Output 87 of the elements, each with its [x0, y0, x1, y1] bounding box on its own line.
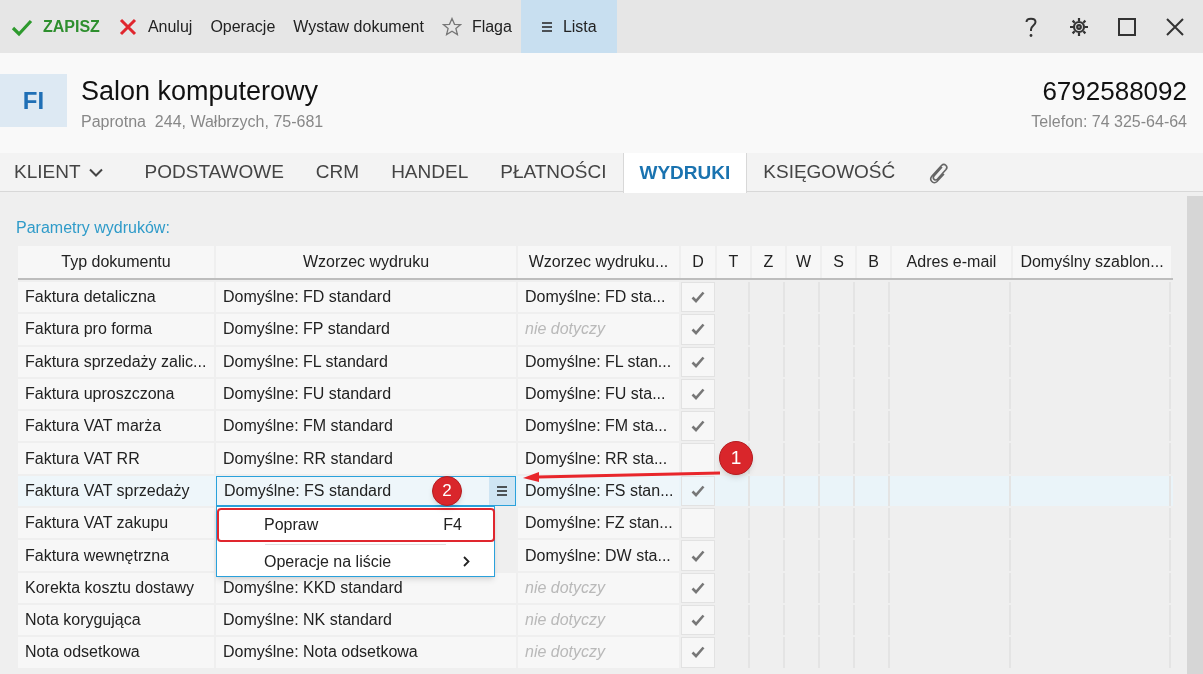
toolbar-button[interactable]: Lista [520, 0, 617, 53]
chevron-down-icon [88, 168, 103, 177]
column-header[interactable]: Wzorzec wydruku [216, 246, 516, 278]
scrollbar[interactable] [1187, 196, 1203, 674]
tab[interactable]: HANDEL [375, 153, 485, 192]
tax-number: 6792588092 [1042, 75, 1187, 108]
phone-number: Telefon: 74 325-64-64 [1031, 112, 1187, 132]
check-icon [691, 581, 705, 594]
table-cell: Domyślne: RR standard [216, 443, 516, 474]
company-address: Paprotna 244, Wałbrzych, 75-681 [81, 112, 325, 132]
table-cell: Faktura VAT marża [18, 411, 214, 442]
table-cell: Faktura uproszczona [18, 378, 214, 410]
toolbar-button[interactable]: Anuluj [108, 0, 202, 53]
table-cell: Nota odsetkowa [18, 637, 214, 668]
menu-item[interactable]: Operacje na liście [217, 548, 494, 575]
close-icon [1165, 16, 1185, 37]
settings-icon [1069, 16, 1089, 37]
table-cell: Domyślne: FS stan... [518, 475, 679, 507]
check-icon [691, 355, 705, 368]
table-cell: Korekta kosztu dostawy [18, 572, 214, 603]
table-cell: Domyślne: FP standard [216, 314, 516, 345]
table-cell: Faktura sprzedaży zalic... [18, 346, 214, 377]
table-cell: Faktura VAT RR [18, 443, 214, 474]
column-header[interactable]: W [787, 246, 820, 278]
table-cell: Nota korygująca [18, 604, 214, 636]
column-header[interactable]: S [822, 246, 855, 278]
column-header[interactable]: Typ dokumentu [18, 246, 214, 278]
table-cell: nie dotyczy [518, 314, 679, 345]
table-cell: Domyślne: FM sta... [518, 411, 679, 442]
step-badge: 1 [719, 441, 753, 475]
company-name: Salon komputerowy [81, 75, 320, 108]
close-icon [117, 16, 138, 37]
tab[interactable]: KLIENT [0, 153, 129, 192]
maximize-icon [1117, 16, 1137, 37]
tab[interactable]: PODSTAWOWE [128, 153, 300, 192]
table-cell: Domyślne: FL standard [216, 346, 516, 377]
table-cell: Faktura VAT sprzedaży [18, 475, 214, 507]
table-cell: Domyślne: FU standard [216, 378, 516, 410]
column-header[interactable]: Z [752, 246, 785, 278]
column-header[interactable]: Domyślny szablon... [1013, 246, 1171, 278]
table-cell: Faktura VAT zakupu [18, 508, 214, 539]
table-cell: nie dotyczy [518, 604, 679, 636]
table-cell: Domyślne: FD sta... [518, 282, 679, 313]
section-title: Parametry wydruków: [16, 218, 171, 238]
check-icon [691, 549, 705, 562]
menu-icon [540, 19, 553, 34]
table-cell: Domyślne: Nota odsetkowa [216, 637, 516, 668]
tab[interactable]: WYDRUKI [622, 153, 748, 193]
star-icon [441, 16, 462, 37]
tab[interactable]: CRM [299, 153, 376, 192]
table-cell: Domyślne: FU sta... [518, 378, 679, 410]
check-icon [691, 323, 705, 336]
column-header[interactable]: Adres e-mail [892, 246, 1011, 278]
tab[interactable]: PŁATNOŚCI [484, 153, 623, 192]
table-cell: Faktura detaliczna [18, 282, 214, 313]
table-cell: Domyślne: FZ stan... [518, 508, 679, 539]
check-icon [691, 420, 705, 433]
check-icon [691, 484, 705, 497]
toolbar-button[interactable]: Operacje [201, 0, 285, 53]
table-cell: Domyślne: FL stan... [518, 346, 679, 377]
column-header[interactable]: T [717, 246, 750, 278]
menu-button[interactable] [489, 476, 515, 506]
table-cell: Domyślne: NK standard [216, 604, 516, 636]
check-icon [691, 614, 705, 627]
chevron-right-icon [463, 556, 470, 567]
table-cell: Domyślne: DW sta... [518, 540, 679, 571]
table-cell: Faktura pro forma [18, 314, 214, 345]
toolbar-button[interactable]: Wystaw dokument [284, 0, 433, 53]
toolbar-button[interactable]: Flaga [432, 0, 521, 53]
column-header[interactable]: D [681, 246, 715, 278]
check-icon [691, 388, 705, 401]
table-cell: Domyślne: RR sta... [518, 443, 679, 474]
table-cell: Domyślne: FM standard [216, 411, 516, 442]
table-cell: nie dotyczy [518, 572, 679, 603]
shortcut-label: F4 [443, 514, 463, 535]
table-cell: Faktura wewnętrzna [18, 540, 214, 571]
help-icon [1024, 15, 1038, 38]
column-header[interactable]: Wzorzec wydruku... [518, 246, 679, 278]
column-header[interactable]: B [857, 246, 890, 278]
check-icon [691, 291, 705, 304]
menu-icon [497, 485, 507, 496]
tab[interactable]: KSIĘGOWOŚĆ [747, 153, 912, 192]
avatar: FI [0, 74, 67, 127]
check-icon [691, 646, 705, 659]
table-cell: Domyślne: FD standard [216, 282, 516, 313]
menu-item[interactable]: Popraw F4 [217, 508, 494, 541]
table-cell: nie dotyczy [518, 637, 679, 668]
